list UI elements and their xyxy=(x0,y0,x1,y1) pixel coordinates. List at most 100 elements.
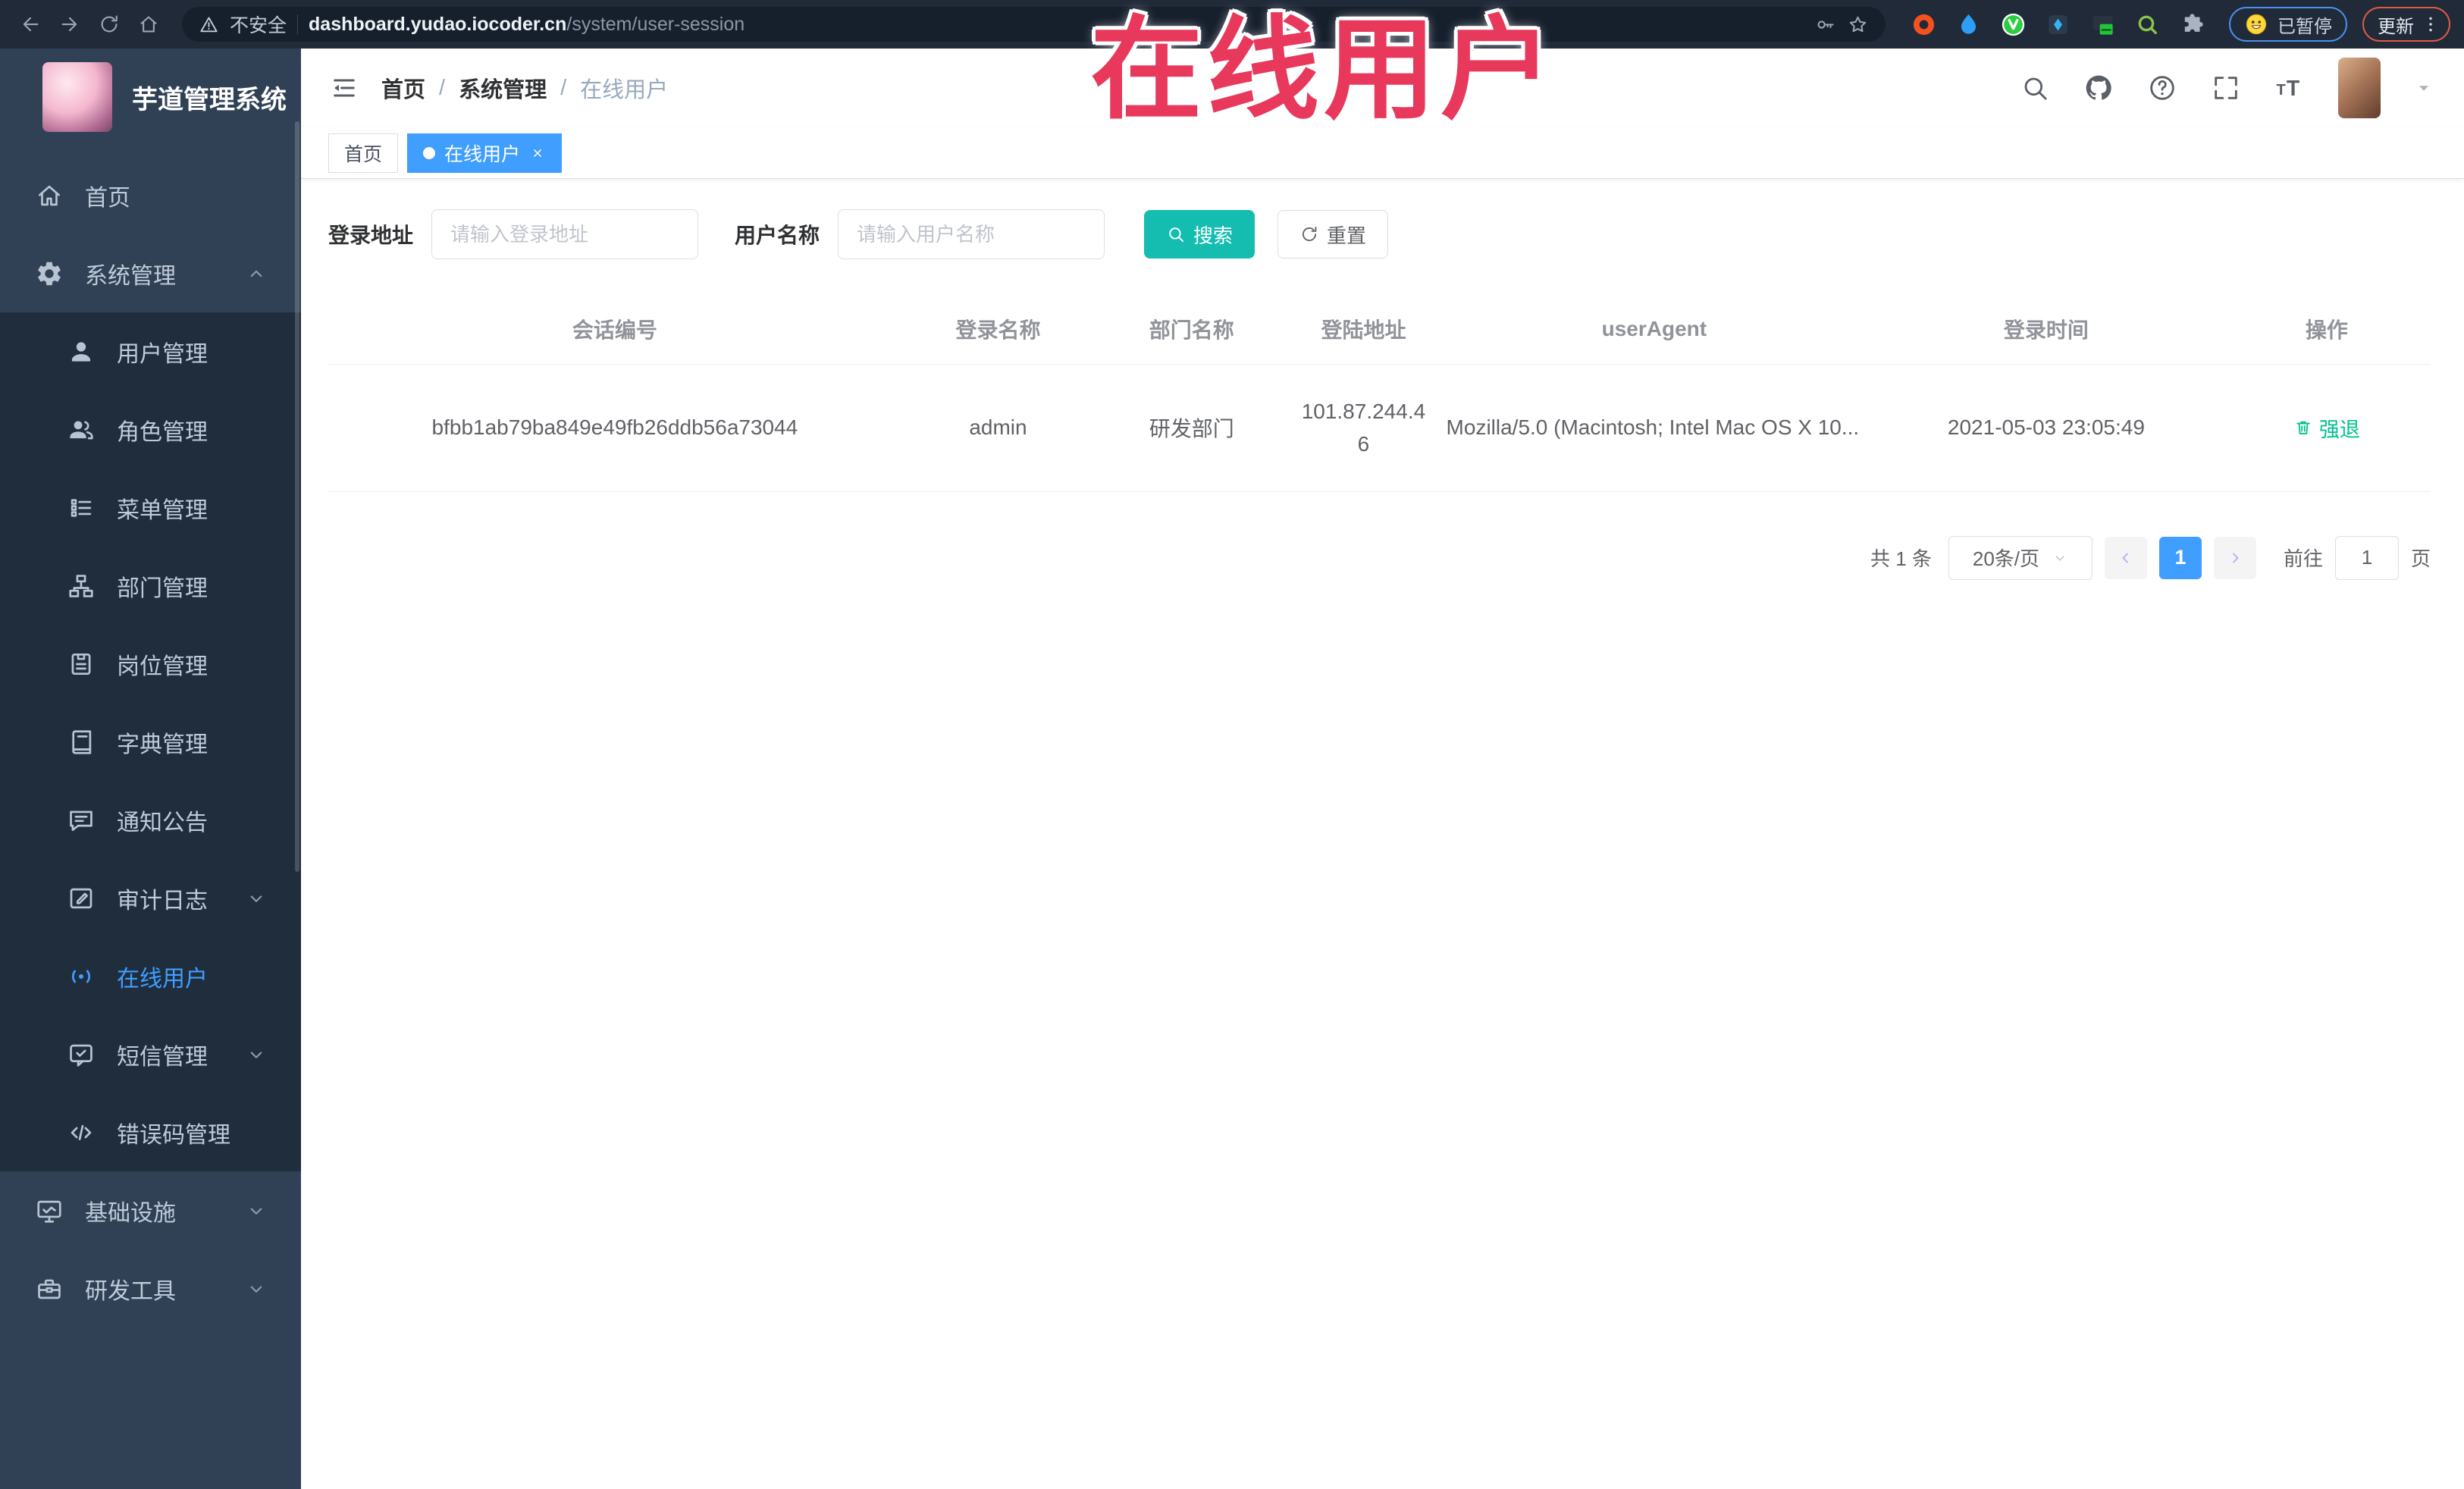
sidebar-item-label: 在线用户 xyxy=(117,966,208,992)
password-key-icon[interactable] xyxy=(1814,14,1836,36)
sidebar-item-error-code[interactable]: 错误码管理 xyxy=(0,1093,301,1171)
sidebar-item-role-management[interactable]: 角色管理 xyxy=(0,390,301,469)
address-bar[interactable]: 不安全 dashboard.yudao.iocoder.cn/system/us… xyxy=(182,7,1886,42)
sidebar-item-label: 基础设施 xyxy=(85,1200,176,1226)
sidebar-item-online-users[interactable]: 在线用户 xyxy=(0,937,301,1015)
reset-button[interactable]: 重置 xyxy=(1277,210,1389,259)
sidebar-item-sms-management[interactable]: 短信管理 xyxy=(0,1015,301,1093)
profile-paused-badge[interactable]: 已暂停 xyxy=(2229,7,2347,42)
main-area: 首页 / 系统管理 / 在线用户 TT 首页 在线用户 登录地址 请输入登录地址… xyxy=(301,49,2464,1489)
forward-icon[interactable] xyxy=(53,8,86,41)
sidebar-item-label: 首页 xyxy=(85,185,130,211)
github-icon[interactable] xyxy=(2083,73,2114,103)
green-v-extension-icon[interactable] xyxy=(1999,11,2027,39)
filter-form: 登录地址 用户名称 搜索 重置 xyxy=(328,209,2431,259)
tab-label: 在线用户 xyxy=(444,143,521,165)
chevron-down-icon xyxy=(245,887,268,910)
col-login-name: 登录名称 xyxy=(901,294,1096,365)
sidebar-item-label: 菜单管理 xyxy=(117,497,208,523)
sidebar-scrollbar[interactable] xyxy=(295,121,299,872)
sidebar-item-audit-log[interactable]: 审计日志 xyxy=(0,859,301,937)
refresh-icon[interactable] xyxy=(92,8,126,41)
col-login-time: 登录时间 xyxy=(1870,294,2223,365)
cell-session-id: bfbb1ab79ba849e49fb26ddb56a73044 xyxy=(328,364,901,492)
search-icon[interactable] xyxy=(2020,73,2050,103)
url-host: dashboard.yudao.iocoder.cn xyxy=(309,13,567,35)
home-icon xyxy=(35,181,64,210)
cell-login-name: admin xyxy=(901,364,1096,492)
chevron-down-icon xyxy=(245,1199,268,1222)
next-page-button[interactable] xyxy=(2213,536,2256,579)
screen: 不安全 dashboard.yudao.iocoder.cn/system/us… xyxy=(0,0,2464,1489)
cell-actions: 强退 xyxy=(2222,364,2431,492)
screen-on-extension-icon[interactable] xyxy=(2089,11,2117,39)
bookmark-star-icon[interactable] xyxy=(1847,14,1869,36)
online-users-table: 会话编号 登录名称 部门名称 登陆地址 userAgent 登录时间 操作 bf… xyxy=(328,294,2431,492)
breadcrumb-home[interactable]: 首页 xyxy=(381,72,425,104)
chevron-up-icon xyxy=(245,262,268,285)
sidebar-item-dict-management[interactable]: 字典管理 xyxy=(0,703,301,781)
sidebar-item-home[interactable]: 首页 xyxy=(0,156,301,234)
hamburger-icon[interactable] xyxy=(328,72,360,104)
sidebar-item-system-management[interactable]: 系统管理 xyxy=(0,234,301,312)
col-dept-name: 部门名称 xyxy=(1095,294,1289,365)
user-avatar[interactable] xyxy=(2338,58,2381,118)
dark-blue-extension-icon[interactable] xyxy=(2044,11,2072,39)
reset-refresh-icon xyxy=(1299,224,1319,244)
chevron-left-icon xyxy=(2117,549,2135,567)
blue-drop-extension-icon[interactable] xyxy=(1955,11,1983,39)
sidebar-menu: 首页 系统管理 用户管理 角色管理 菜单管理 部门管理 岗位管理 字典管理 通知… xyxy=(0,146,301,1328)
breadcrumb-system[interactable]: 系统管理 xyxy=(459,72,547,104)
prev-page-button[interactable] xyxy=(2104,536,2147,579)
badge-icon xyxy=(67,650,96,679)
username-input[interactable] xyxy=(838,209,1105,259)
sidebar-item-infrastructure[interactable]: 基础设施 xyxy=(0,1171,301,1249)
font-size-icon[interactable]: TT xyxy=(2274,73,2305,103)
search-button[interactable]: 搜索 xyxy=(1144,210,1256,259)
login-address-input[interactable] xyxy=(431,209,699,259)
profile-emoji-avatar xyxy=(2244,12,2268,36)
url-text: dashboard.yudao.iocoder.cn/system/user-s… xyxy=(309,14,1804,36)
sidebar-item-post-management[interactable]: 岗位管理 xyxy=(0,625,301,703)
update-button-label: 更新 xyxy=(2378,16,2414,37)
goto-page-input[interactable] xyxy=(2334,535,2399,580)
fullscreen-icon[interactable] xyxy=(2211,73,2241,103)
help-icon[interactable] xyxy=(2147,73,2177,103)
tab-close-icon[interactable] xyxy=(529,145,546,161)
browser-home-icon[interactable] xyxy=(132,8,165,41)
sidebar-item-label: 用户管理 xyxy=(117,341,208,367)
tab-online-users[interactable]: 在线用户 xyxy=(407,133,563,173)
cell-dept-name: 研发部门 xyxy=(1095,364,1289,492)
current-page-button[interactable]: 1 xyxy=(2158,536,2202,579)
cell-login-address: 101.87.244.46 xyxy=(1288,364,1439,492)
users-icon xyxy=(67,415,96,444)
sidebar-item-notice[interactable]: 通知公告 xyxy=(0,781,301,859)
log-icon xyxy=(67,884,96,913)
avatar-caret-down-icon[interactable] xyxy=(2414,78,2434,98)
force-logout-button[interactable]: 强退 xyxy=(2293,413,2360,443)
browser-update-button[interactable]: 更新 xyxy=(2362,7,2450,42)
back-icon[interactable] xyxy=(14,8,47,41)
sidebar-item-dev-tools[interactable]: 研发工具 xyxy=(0,1249,301,1328)
not-secure-warning-icon[interactable] xyxy=(199,14,219,35)
sidebar-item-label: 错误码管理 xyxy=(117,1122,230,1148)
page-size-select[interactable]: 20条/页 xyxy=(1948,535,2093,580)
green-lens-extension-icon[interactable] xyxy=(2133,11,2161,39)
sidebar-item-label: 通知公告 xyxy=(117,810,208,835)
tab-home[interactable]: 首页 xyxy=(328,133,399,173)
sidebar-item-label: 角色管理 xyxy=(117,419,208,445)
sidebar-item-menu-management[interactable]: 菜单管理 xyxy=(0,469,301,547)
col-session-id: 会话编号 xyxy=(328,294,901,365)
force-logout-label: 强退 xyxy=(2318,418,2360,441)
goto-unit: 页 xyxy=(2410,547,2431,571)
sidebar-logo-row[interactable]: 芋道管理系统 xyxy=(0,49,301,146)
puzzle-extension-icon[interactable] xyxy=(2178,11,2206,39)
app-title: 芋道管理系统 xyxy=(132,85,287,114)
breadcrumb: 首页 / 系统管理 / 在线用户 xyxy=(381,72,668,104)
orange-ring-extension-icon[interactable] xyxy=(1910,11,1938,39)
browser-menu-kebab-icon[interactable] xyxy=(2420,14,2441,35)
sidebar-item-dept-management[interactable]: 部门管理 xyxy=(0,547,301,625)
page-content: 登录地址 用户名称 搜索 重置 xyxy=(301,179,2464,1489)
sidebar-item-user-management[interactable]: 用户管理 xyxy=(0,312,301,390)
page-size-value: 20条/页 xyxy=(1972,547,2040,571)
